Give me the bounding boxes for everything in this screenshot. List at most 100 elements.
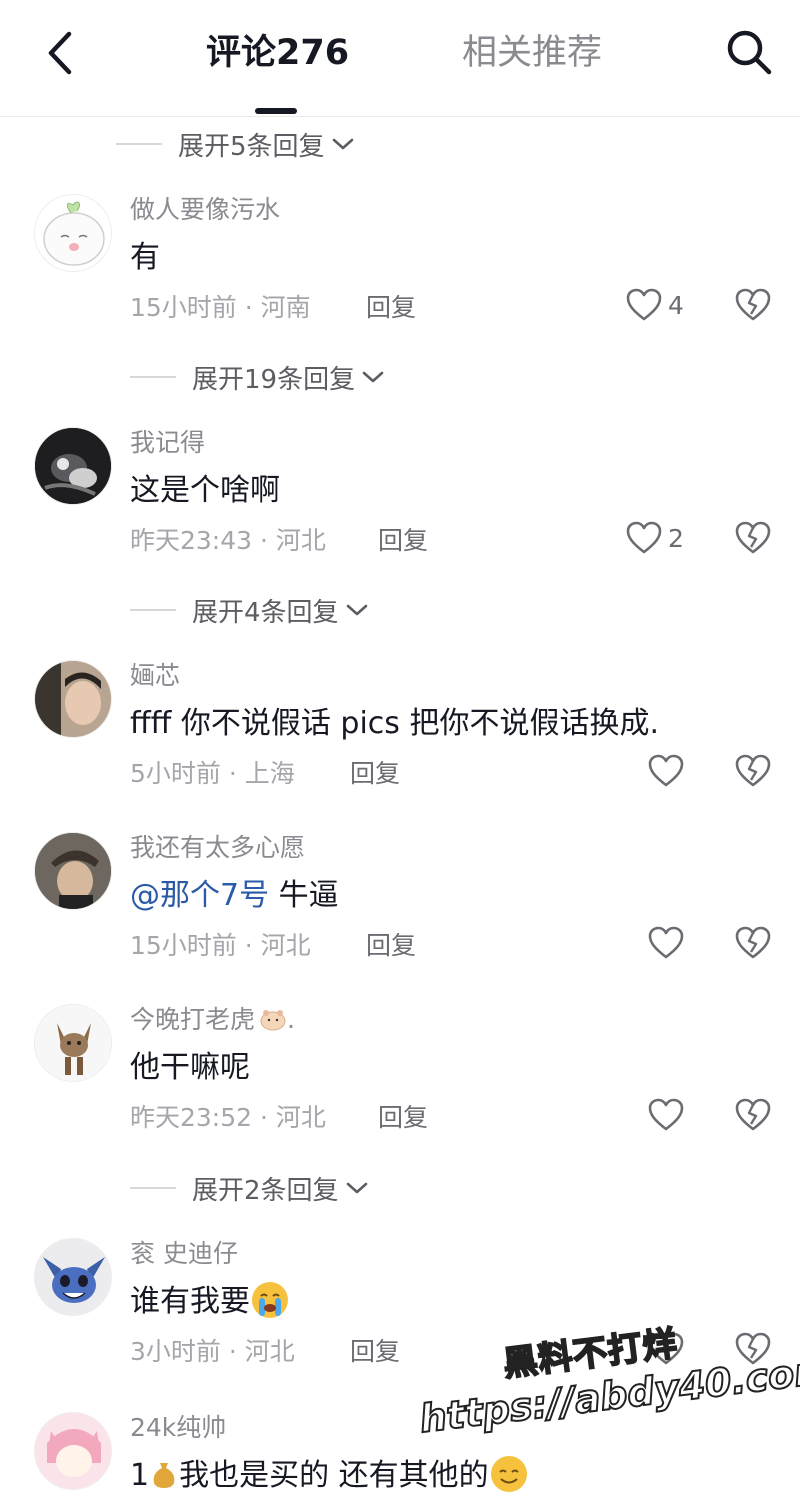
comment-username[interactable]: 做人要像污水 bbox=[130, 190, 280, 226]
active-tab-indicator bbox=[255, 108, 297, 114]
reply-button[interactable]: 回复 bbox=[366, 926, 416, 962]
reply-button[interactable]: 回复 bbox=[350, 1332, 400, 1368]
tab-comments[interactable]: 评论276 bbox=[206, 30, 349, 76]
tab-related[interactable]: 相关推荐 bbox=[462, 30, 602, 76]
avatar[interactable] bbox=[34, 427, 112, 505]
meta-separator: · bbox=[236, 931, 261, 960]
avatar[interactable] bbox=[34, 832, 112, 910]
comment-location: 河北 bbox=[260, 931, 311, 960]
like-button[interactable]: 4 bbox=[626, 286, 684, 324]
chevron-down-icon bbox=[345, 1180, 369, 1196]
broken-heart-icon bbox=[735, 754, 771, 787]
dislike-button[interactable] bbox=[734, 924, 772, 962]
comment-username[interactable]: 24k纯帅 bbox=[130, 1408, 226, 1444]
divider-line bbox=[116, 143, 162, 145]
avatar[interactable] bbox=[34, 1004, 112, 1082]
comment-text: 有 bbox=[130, 240, 160, 275]
top-bar: 评论276 相关推荐 bbox=[0, 0, 800, 117]
comment-location: 河北 bbox=[275, 1103, 326, 1132]
like-button[interactable] bbox=[648, 924, 684, 962]
comment-text: 1 我也是买的 还有其他的 bbox=[130, 1450, 529, 1497]
dislike-button[interactable] bbox=[734, 1096, 772, 1134]
crying-emoji-icon bbox=[250, 1280, 290, 1320]
meta-separator: · bbox=[252, 526, 276, 555]
comment-location: 河北 bbox=[244, 1337, 295, 1366]
expand-replies-button[interactable]: 展开2条回复 bbox=[130, 1168, 369, 1208]
smiling-emoji-icon bbox=[489, 1454, 529, 1494]
comment-username[interactable]: 衮 史迪仔 bbox=[130, 1234, 238, 1270]
comment-time: 昨天23:43 bbox=[130, 526, 253, 555]
chevron-down-icon bbox=[331, 136, 355, 152]
divider-line bbox=[130, 1187, 176, 1189]
like-button[interactable] bbox=[648, 1096, 684, 1134]
comment-time: 3小时前 bbox=[130, 1337, 221, 1366]
comment-time: 5小时前 bbox=[130, 759, 221, 788]
comment-location: 河北 bbox=[275, 526, 326, 555]
comment-username[interactable]: 今晚打老虎. bbox=[130, 1000, 295, 1036]
heart-outline-icon bbox=[648, 1332, 684, 1365]
search-icon bbox=[727, 30, 772, 75]
comment-meta: 15小时前 · 河南 bbox=[130, 288, 311, 324]
expand-replies-label: 展开5条回复 bbox=[178, 131, 325, 162]
expand-replies-label: 展开2条回复 bbox=[192, 1175, 339, 1206]
heart-outline-icon bbox=[648, 1098, 684, 1131]
comment-text: @那个7号 牛逼 bbox=[130, 870, 339, 914]
dislike-button[interactable] bbox=[734, 286, 772, 324]
comment-time: 15小时前 bbox=[130, 931, 237, 960]
meta-separator: · bbox=[220, 1337, 245, 1366]
broken-heart-icon bbox=[735, 288, 771, 321]
like-count: 2 bbox=[668, 523, 684, 553]
comment-location: 上海 bbox=[244, 759, 295, 788]
chevron-left-icon bbox=[48, 31, 72, 75]
moneybag-emoji-icon bbox=[149, 1459, 179, 1489]
like-button[interactable] bbox=[648, 752, 684, 790]
meta-separator: · bbox=[236, 293, 261, 322]
broken-heart-icon bbox=[735, 1098, 771, 1131]
avatar[interactable] bbox=[34, 1238, 112, 1316]
comment-meta: 5小时前 · 上海 bbox=[130, 754, 295, 790]
dislike-button[interactable] bbox=[734, 1330, 772, 1368]
comment-text: 谁有我要 bbox=[130, 1276, 290, 1323]
like-count: 4 bbox=[668, 290, 684, 320]
broken-heart-icon bbox=[735, 926, 771, 959]
dislike-button[interactable] bbox=[734, 519, 772, 557]
like-button[interactable]: 2 bbox=[626, 519, 684, 557]
comment-text-body: 我也是买的 还有其他的 bbox=[179, 1458, 489, 1493]
username-suffix: . bbox=[287, 1005, 295, 1034]
reply-button[interactable]: 回复 bbox=[366, 288, 416, 324]
heart-outline-icon bbox=[648, 926, 684, 959]
reply-button[interactable]: 回复 bbox=[350, 754, 400, 790]
avatar[interactable] bbox=[34, 1412, 112, 1490]
comment-username[interactable]: 婳芯 bbox=[130, 656, 180, 692]
watermark: 黑料不打烊 https://abdy40.com bbox=[410, 1294, 800, 1469]
comment-text-body: 牛逼 bbox=[269, 878, 339, 913]
divider-line bbox=[130, 609, 176, 611]
comment-time: 15小时前 bbox=[130, 293, 237, 322]
expand-replies-button[interactable]: 展开5条回复 bbox=[116, 124, 355, 164]
expand-replies-button[interactable]: 展开4条回复 bbox=[130, 590, 369, 630]
reply-button[interactable]: 回复 bbox=[378, 521, 428, 557]
search-button[interactable] bbox=[722, 24, 776, 80]
comment-meta: 3小时前 · 河北 bbox=[130, 1332, 295, 1368]
comment-time: 昨天23:52 bbox=[130, 1103, 253, 1132]
back-button[interactable] bbox=[40, 28, 80, 78]
reply-button[interactable]: 回复 bbox=[378, 1098, 428, 1134]
mention-link[interactable]: @那个7号 bbox=[130, 878, 269, 913]
broken-heart-icon bbox=[735, 521, 771, 554]
comment-meta: 昨天23:43 · 河北 bbox=[130, 521, 326, 557]
like-button[interactable] bbox=[648, 1330, 684, 1368]
hamster-emoji-icon bbox=[259, 1007, 287, 1031]
avatar[interactable] bbox=[34, 660, 112, 738]
comment-username[interactable]: 我记得 bbox=[130, 423, 205, 459]
chevron-down-icon bbox=[345, 602, 369, 618]
comment-username[interactable]: 我还有太多心愿 bbox=[130, 828, 305, 864]
comment-text-prefix: 1 bbox=[130, 1458, 150, 1493]
dislike-button[interactable] bbox=[734, 752, 772, 790]
comment-meta: 15小时前 · 河北 bbox=[130, 926, 311, 962]
expand-replies-button[interactable]: 展开19条回复 bbox=[130, 357, 385, 397]
chevron-down-icon bbox=[361, 369, 385, 385]
heart-outline-icon bbox=[648, 754, 684, 787]
meta-separator: · bbox=[220, 759, 245, 788]
comment-text: 这是个啥啊 bbox=[130, 473, 280, 508]
avatar[interactable] bbox=[34, 194, 112, 272]
